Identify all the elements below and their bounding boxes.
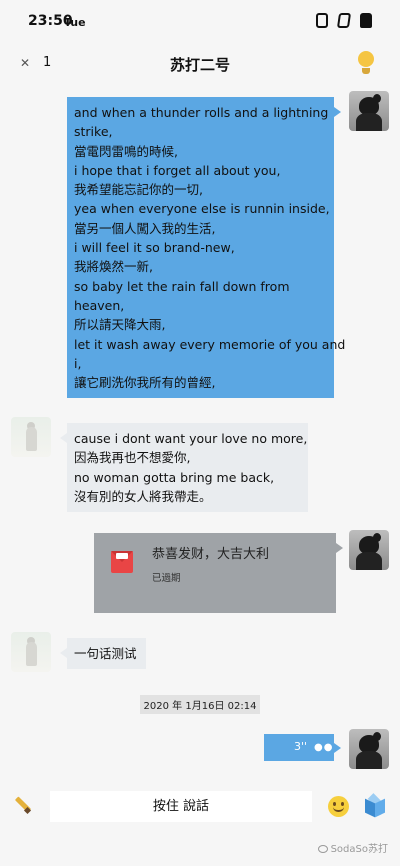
message-line: i, <box>74 355 82 371</box>
input-toolbar: 按住 說話 <box>0 784 400 830</box>
pencil-icon[interactable] <box>12 794 32 815</box>
message-line: let it wash away every memorie of you an… <box>74 336 346 352</box>
message-line: 我希望能忘記你的一切, <box>74 182 203 198</box>
message-line: 我將煥然一新, <box>74 259 153 275</box>
message-line: 因為我再也不想愛你, <box>74 450 191 466</box>
message-line: 當電閃雷鳴的時候, <box>74 143 178 159</box>
message-line: and when a thunder rolls and a lightning <box>74 105 329 120</box>
message-line: 一句话测试 <box>74 646 137 661</box>
red-packet-message[interactable]: 恭喜发财，大吉大利 已過期 <box>94 533 343 613</box>
wechat-icon <box>317 845 328 853</box>
emoji-icon[interactable] <box>328 796 349 817</box>
status-icons <box>316 13 372 28</box>
message-line: i hope that i forget all about you, <box>74 162 281 178</box>
message-line: yea when everyone else is runnin inside, <box>74 201 330 217</box>
status-day: Tue <box>64 16 86 29</box>
battery-icon <box>360 13 372 28</box>
message-line: 讓它刷洗你我所有的曾經, <box>74 375 216 391</box>
timestamp-divider: 2020 年 1月16日 02:14 <box>0 694 400 714</box>
chat-header: ✕ 1 苏打二号 <box>0 44 400 84</box>
sound-wave-icon: ●● <box>314 742 334 753</box>
voice-message[interactable]: 3'' ●● <box>264 734 341 761</box>
watermark: SodaSo苏打 <box>317 840 388 855</box>
hold-to-talk-button[interactable]: 按住 說話 <box>50 791 312 822</box>
red-packet-status: 已過期 <box>152 573 181 584</box>
watermark-text: SodaSo苏打 <box>330 844 388 855</box>
message-line: so baby let the rain fall down from <box>74 278 290 294</box>
message-line: 沒有別的女人將我帶走。 <box>74 488 212 504</box>
red-packet-title: 恭喜发财，大吉大利 <box>152 547 270 562</box>
contact-avatar[interactable] <box>11 417 51 457</box>
message-bubble-mine[interactable]: and when a thunder rolls and a lightning… <box>67 97 346 399</box>
voice-duration: 3'' <box>294 740 308 753</box>
message-line: cause i dont want your love no more, <box>74 431 308 446</box>
message-line: 當另一個人闖入我的生活, <box>74 220 216 236</box>
more-actions-cube-icon[interactable] <box>365 793 385 818</box>
red-envelope-icon <box>111 551 133 573</box>
contact-avatar[interactable] <box>11 632 51 672</box>
vibrate-icon <box>316 13 328 28</box>
lightbulb-icon[interactable] <box>358 51 374 77</box>
my-avatar[interactable] <box>349 530 389 570</box>
message-line: strike, <box>74 124 113 140</box>
message-line: 所以請天降大雨, <box>74 317 166 333</box>
sim-icon <box>336 13 352 28</box>
chat-title: 苏打二号 <box>169 56 230 74</box>
timestamp-label: 2020 年 1月16日 02:14 <box>139 695 261 714</box>
message-line: heaven, <box>74 297 125 313</box>
message-line: no woman gotta bring me back, <box>74 469 275 485</box>
message-bubble-theirs[interactable]: cause i dont want your love no more, 因為我… <box>60 423 308 513</box>
my-avatar[interactable] <box>349 729 389 769</box>
message-bubble-theirs[interactable]: 一句话测试 <box>60 638 146 670</box>
status-bar: 23:50 Tue <box>0 0 400 44</box>
message-line: i will feel it so brand-new, <box>74 240 235 256</box>
my-avatar[interactable] <box>349 91 389 131</box>
